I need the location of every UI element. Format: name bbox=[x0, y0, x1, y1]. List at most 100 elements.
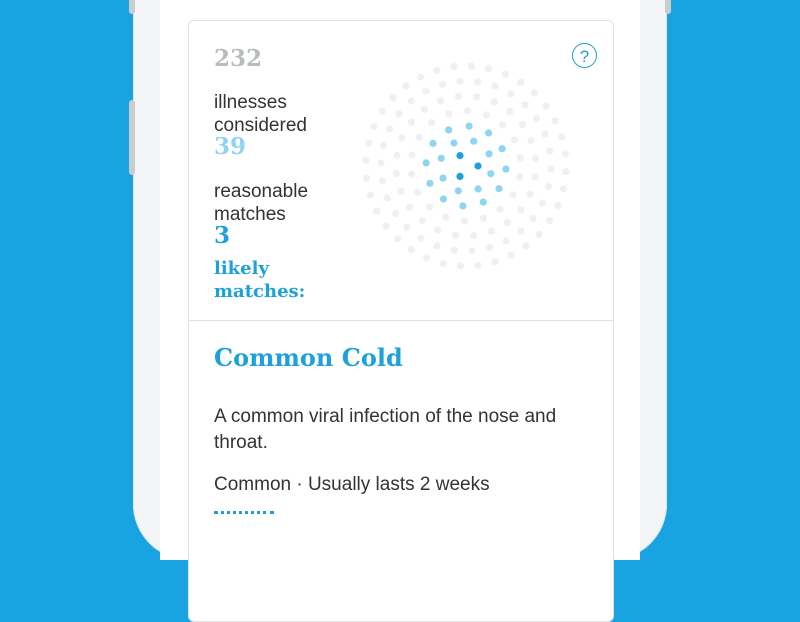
match-dot bbox=[423, 254, 431, 262]
match-dot bbox=[479, 214, 487, 222]
match-dot bbox=[450, 246, 458, 254]
match-dot bbox=[434, 226, 442, 234]
match-dot bbox=[433, 242, 441, 250]
match-dot bbox=[463, 107, 472, 115]
match-dot bbox=[366, 191, 374, 199]
match-dot bbox=[394, 235, 402, 243]
likely-count: 3 bbox=[214, 222, 231, 249]
condition-meta: Common · Usually lasts 2 weeks bbox=[214, 474, 490, 495]
match-dot bbox=[456, 152, 464, 160]
match-dot bbox=[402, 82, 410, 90]
phone-power-button bbox=[665, 0, 671, 14]
match-dot bbox=[554, 201, 562, 209]
match-dot bbox=[546, 217, 554, 225]
match-dot bbox=[454, 92, 462, 100]
match-dot bbox=[502, 237, 510, 245]
match-dot bbox=[442, 213, 450, 221]
match-dot bbox=[456, 262, 465, 270]
reasonable-label: reasonable matches bbox=[214, 181, 309, 225]
match-dot bbox=[487, 227, 495, 235]
match-dot bbox=[382, 222, 390, 230]
match-dot bbox=[395, 110, 403, 118]
match-dot bbox=[485, 65, 493, 73]
match-dot bbox=[485, 244, 494, 252]
match-dot bbox=[415, 133, 423, 141]
match-dot bbox=[485, 129, 493, 137]
likely-label: likely matches: bbox=[214, 258, 306, 302]
match-dot bbox=[445, 110, 453, 118]
match-dot bbox=[535, 230, 543, 238]
match-dot bbox=[474, 185, 482, 193]
phone-screen: ? 232 illnesses considered 39 reasonable… bbox=[160, 0, 640, 622]
match-dot bbox=[414, 188, 422, 196]
match-dot bbox=[485, 150, 493, 158]
condition-description: A common viral infection of the nose and… bbox=[214, 406, 557, 453]
phone-volume-button bbox=[129, 100, 135, 175]
condition-more-link[interactable] bbox=[214, 511, 274, 524]
match-dot bbox=[407, 246, 415, 254]
match-dot bbox=[561, 150, 569, 158]
match-dot bbox=[542, 102, 550, 110]
match-dot bbox=[405, 203, 414, 211]
match-dot bbox=[479, 198, 487, 206]
phone-side-button bbox=[129, 0, 135, 14]
match-dot bbox=[558, 133, 566, 141]
match-dot bbox=[498, 121, 507, 129]
match-dot bbox=[397, 187, 405, 195]
match-dot bbox=[459, 202, 467, 210]
match-dots-graphic bbox=[362, 62, 570, 270]
match-dot bbox=[503, 218, 511, 227]
match-dot bbox=[509, 191, 517, 199]
match-dot bbox=[467, 62, 476, 70]
match-dot bbox=[407, 97, 415, 105]
match-dot bbox=[559, 185, 567, 193]
match-dot bbox=[490, 98, 498, 106]
match-dot bbox=[428, 119, 436, 127]
match-dot bbox=[496, 205, 504, 213]
match-dot bbox=[538, 199, 546, 207]
match-dot bbox=[378, 177, 386, 185]
condition-title[interactable]: Common Cold bbox=[214, 343, 403, 372]
match-dot bbox=[456, 172, 464, 180]
match-dot bbox=[465, 122, 473, 130]
match-dot bbox=[363, 174, 371, 182]
match-dot bbox=[501, 70, 509, 78]
match-dot bbox=[439, 259, 447, 267]
match-dot bbox=[532, 114, 540, 122]
match-dot bbox=[429, 139, 437, 147]
card-divider bbox=[189, 320, 613, 321]
match-dot bbox=[365, 139, 373, 147]
match-dot bbox=[422, 159, 430, 167]
match-dot bbox=[445, 126, 453, 134]
match-dot bbox=[522, 242, 530, 250]
match-dot bbox=[468, 247, 476, 255]
match-dot bbox=[422, 87, 430, 95]
match-dot bbox=[439, 195, 447, 203]
match-dot bbox=[510, 136, 518, 144]
match-dot bbox=[377, 159, 385, 167]
match-dot bbox=[544, 182, 553, 191]
match-dot bbox=[407, 118, 415, 126]
match-dot bbox=[373, 207, 381, 215]
match-dot bbox=[437, 97, 445, 105]
match-dot bbox=[516, 154, 524, 162]
match-dot bbox=[507, 251, 515, 259]
match-dot bbox=[437, 154, 445, 162]
match-dot bbox=[517, 78, 525, 86]
phone-frame: ? 232 illnesses considered 39 reasonable… bbox=[129, 0, 671, 622]
match-dot bbox=[498, 145, 506, 153]
match-dot bbox=[379, 141, 388, 150]
match-dot bbox=[417, 73, 425, 81]
match-dot bbox=[438, 80, 447, 88]
results-card: ? 232 illnesses considered 39 reasonable… bbox=[188, 20, 614, 622]
match-dot bbox=[383, 194, 391, 202]
reasonable-count: 39 bbox=[214, 133, 247, 160]
match-dot bbox=[521, 101, 529, 109]
match-dot bbox=[426, 179, 434, 187]
match-dot bbox=[460, 217, 469, 225]
match-dot bbox=[529, 214, 537, 222]
match-dot bbox=[517, 206, 525, 214]
match-dot bbox=[425, 203, 434, 211]
match-dot bbox=[546, 147, 554, 155]
match-dot bbox=[487, 170, 495, 178]
